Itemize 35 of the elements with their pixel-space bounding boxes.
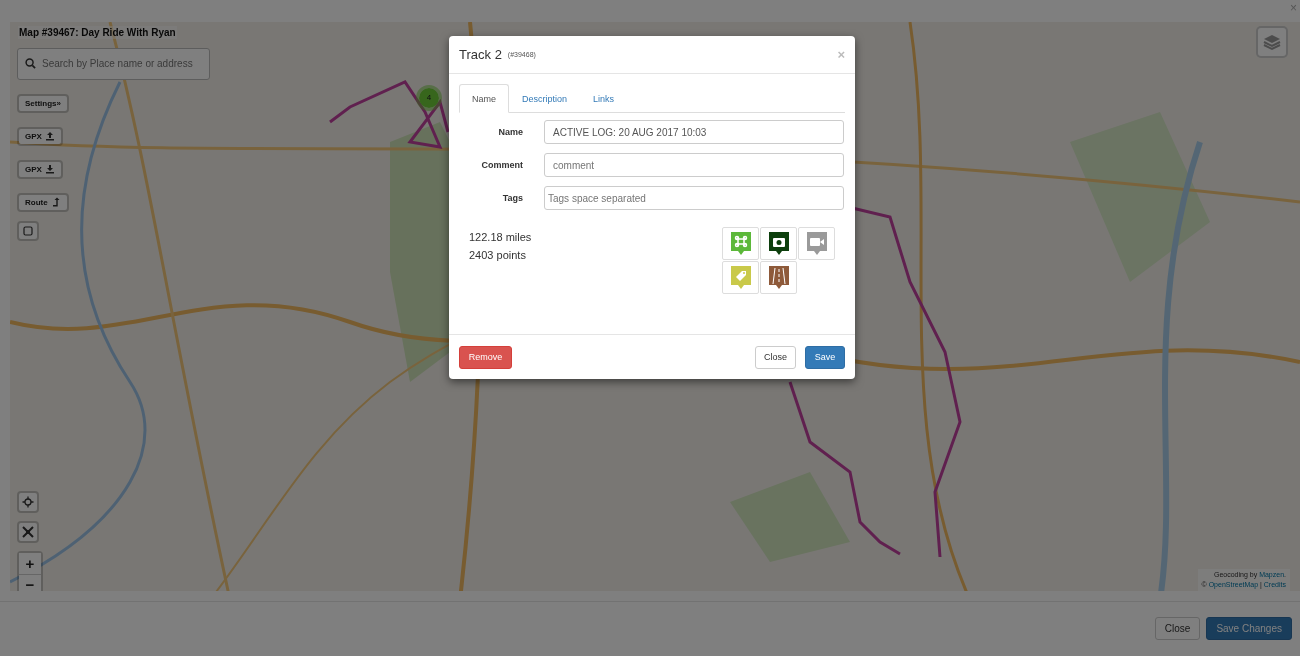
field-label: Comment [480, 160, 524, 170]
track-stat: 2403 points [469, 249, 527, 261]
layers-button[interactable] [1256, 25, 1288, 58]
marker-icon-option[interactable] [760, 227, 797, 260]
track-stat: 122.18 miles [469, 231, 532, 243]
fullscreen-button[interactable] [17, 520, 39, 543]
search-icon [25, 57, 36, 69]
modal-title: Track 2 [459, 47, 502, 62]
marker-icon-option[interactable] [722, 227, 759, 260]
route-arrow-icon [50, 197, 61, 208]
square-icon [23, 225, 33, 236]
tab[interactable]: Name [459, 84, 509, 113]
remove-button[interactable]: Remove [459, 345, 512, 369]
locate-button[interactable] [17, 490, 39, 513]
crosshair-icon [22, 495, 34, 508]
tab[interactable]: Links [580, 84, 628, 113]
field-label: Tags [501, 193, 524, 203]
close-button[interactable]: Close [1154, 617, 1201, 641]
save-button[interactable]: Save [805, 345, 845, 369]
close-button[interactable]: Close [755, 345, 796, 369]
zoom-in-button[interactable]: + [19, 552, 41, 574]
save-changes-button[interactable]: Save Changes [1206, 617, 1292, 641]
marker-icon-option[interactable] [722, 261, 759, 294]
input-field[interactable]: comment [544, 153, 844, 177]
marker-icon-option[interactable] [798, 227, 835, 260]
input-field[interactable]: ACTIVE LOG: 20 AUG 2017 10:03 [544, 120, 844, 144]
fullscreen-icon [22, 525, 34, 538]
download-icon [44, 164, 55, 175]
rectangle-draw-button[interactable] [17, 220, 39, 241]
upload-icon [44, 131, 55, 142]
marker-icon-option[interactable] [760, 261, 797, 294]
input-field[interactable]: Tags space separated [544, 186, 844, 210]
tab[interactable]: Description [509, 84, 581, 113]
field-label: Name [497, 127, 524, 137]
search-field[interactable]: Search by Place name or address [17, 47, 210, 80]
